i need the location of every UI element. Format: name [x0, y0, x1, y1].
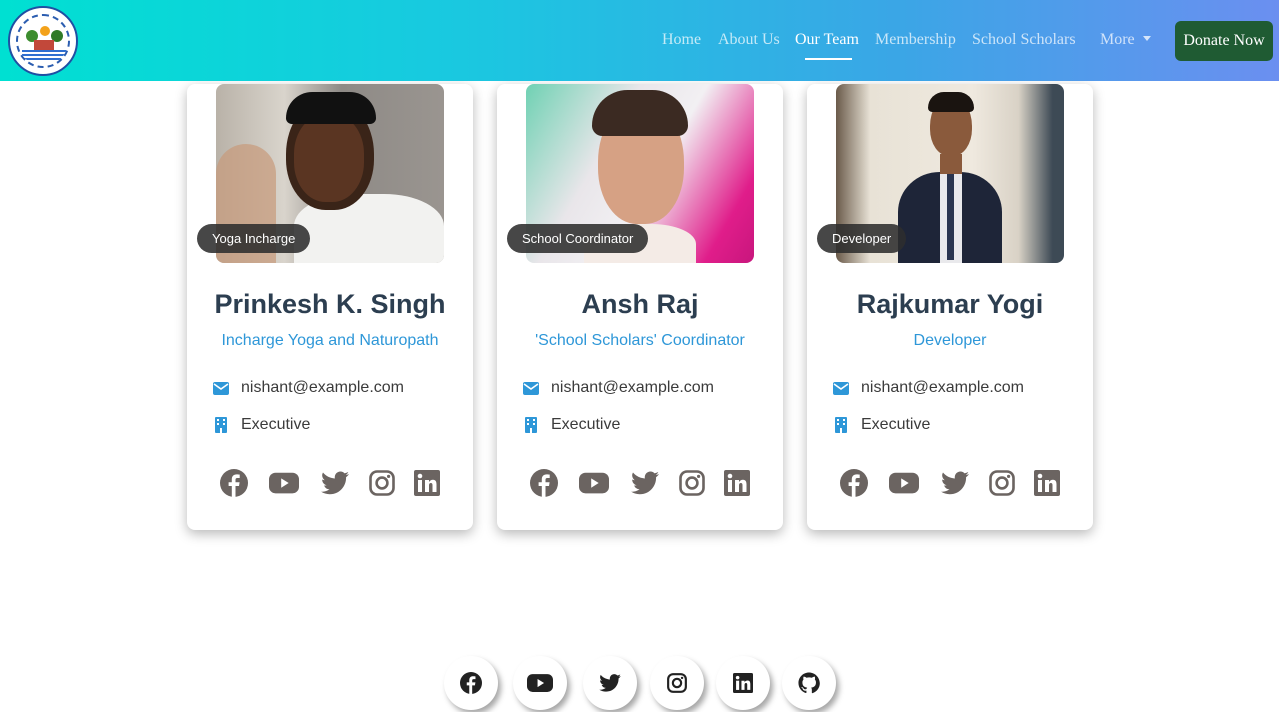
member-email[interactable]: nishant@example.com: [861, 379, 1024, 397]
nav-link-membership[interactable]: Membership: [875, 31, 956, 49]
linkedin-icon[interactable]: [722, 468, 752, 498]
member-name: Ansh Raj: [581, 289, 699, 319]
nav-more-label: More: [1100, 31, 1135, 48]
role-badge: School Coordinator: [507, 224, 649, 253]
member-role: 'School Scholars' Coordinator: [535, 332, 745, 349]
facebook-icon[interactable]: [444, 656, 498, 710]
nav-dropdown-more[interactable]: More: [1100, 31, 1151, 49]
active-nav-underline: [805, 58, 852, 60]
donate-button[interactable]: Donate Now: [1175, 21, 1273, 61]
email-row: nishant@example.com: [213, 377, 404, 399]
team-card: Developer Rajkumar Yogi Developer nishan…: [807, 84, 1093, 530]
linkedin-icon[interactable]: [716, 656, 770, 710]
youtube-icon[interactable]: [889, 468, 919, 498]
member-name: Prinkesh K. Singh: [214, 289, 446, 319]
youtube-icon[interactable]: [513, 656, 567, 710]
instagram-icon[interactable]: [987, 468, 1017, 498]
github-icon[interactable]: [782, 656, 836, 710]
footer-social-links: [0, 656, 1279, 712]
linkedin-icon[interactable]: [412, 468, 442, 498]
role-badge: Yoga Incharge: [197, 224, 311, 253]
team-card: School Coordinator Ansh Raj 'School Scho…: [497, 84, 783, 530]
nav-link-school-scholars[interactable]: School Scholars: [972, 31, 1076, 49]
department-row: Executive: [523, 414, 620, 436]
facebook-icon[interactable]: [529, 468, 559, 498]
member-role: Developer: [913, 332, 987, 349]
twitter-icon[interactable]: [940, 468, 970, 498]
department-row: Executive: [833, 414, 930, 436]
chevron-down-icon: [1142, 36, 1151, 41]
role-badge: Developer: [817, 224, 907, 253]
building-icon: [523, 417, 539, 433]
email-row: nishant@example.com: [833, 377, 1024, 399]
instagram-icon[interactable]: [650, 656, 704, 710]
twitter-icon[interactable]: [583, 656, 637, 710]
youtube-icon[interactable]: [579, 468, 609, 498]
nav-link-our-team[interactable]: Our Team: [795, 31, 859, 49]
nav-link-home[interactable]: Home: [662, 31, 701, 49]
navbar: Home About Us Our Team Membership School…: [0, 0, 1279, 81]
twitter-icon[interactable]: [320, 468, 350, 498]
member-department: Executive: [861, 416, 931, 433]
nav-link-about-us[interactable]: About Us: [718, 31, 780, 49]
logo-emblem: [16, 14, 70, 68]
member-department: Executive: [241, 416, 311, 433]
building-icon: [213, 417, 229, 433]
linkedin-icon[interactable]: [1032, 468, 1062, 498]
facebook-icon[interactable]: [219, 468, 249, 498]
card-social-links: [187, 468, 473, 498]
member-email[interactable]: nishant@example.com: [241, 379, 404, 397]
instagram-icon[interactable]: [677, 468, 707, 498]
twitter-icon[interactable]: [630, 468, 660, 498]
building-icon: [833, 417, 849, 433]
envelope-icon: [523, 380, 539, 396]
team-card: Yoga Incharge Prinkesh K. Singh Incharge…: [187, 84, 473, 530]
member-email[interactable]: nishant@example.com: [551, 379, 714, 397]
facebook-icon[interactable]: [839, 468, 869, 498]
envelope-icon: [833, 380, 849, 396]
email-row: nishant@example.com: [523, 377, 714, 399]
member-role: Incharge Yoga and Naturopath: [221, 332, 439, 349]
youtube-icon[interactable]: [269, 468, 299, 498]
department-row: Executive: [213, 414, 310, 436]
instagram-icon[interactable]: [367, 468, 397, 498]
card-social-links: [497, 468, 783, 498]
card-social-links: [807, 468, 1093, 498]
envelope-icon: [213, 380, 229, 396]
member-name: Rajkumar Yogi: [856, 289, 1044, 319]
logo[interactable]: [8, 6, 78, 76]
member-department: Executive: [551, 416, 621, 433]
